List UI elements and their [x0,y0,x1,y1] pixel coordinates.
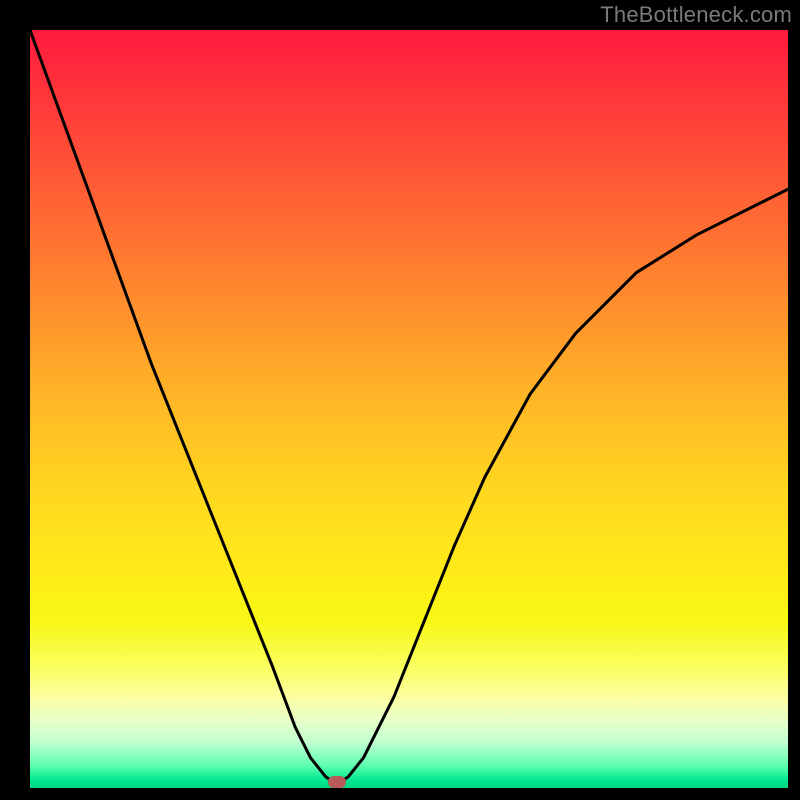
watermark-text: TheBottleneck.com [600,2,792,28]
gradient-plot-area [30,30,788,788]
bottleneck-curve [30,30,788,782]
bottleneck-curve-svg [30,30,788,788]
optimal-point-marker [328,776,346,788]
